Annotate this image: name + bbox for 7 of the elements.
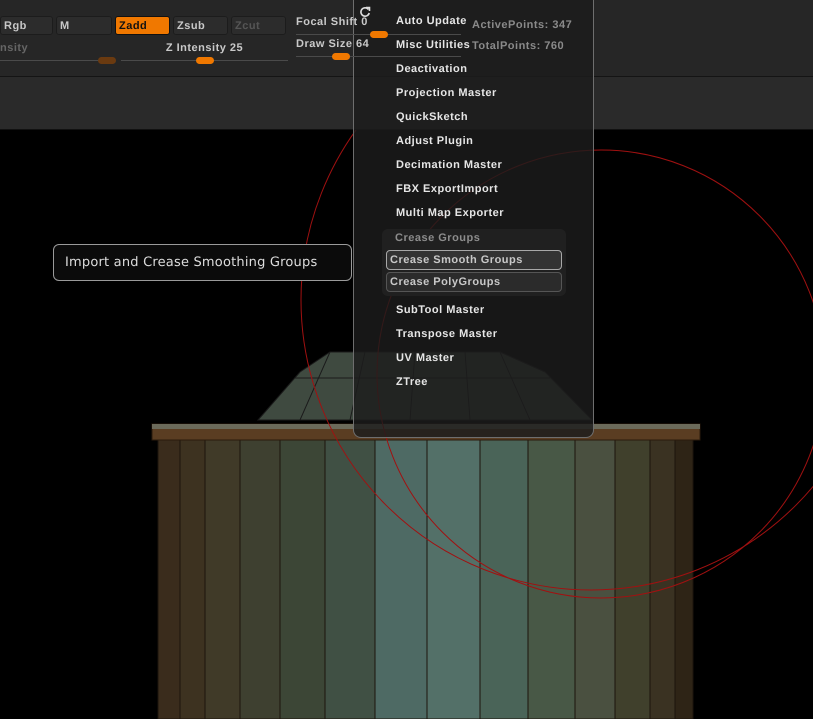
- tooltip: Import and Crease Smoothing Groups: [53, 244, 352, 281]
- slider-label: Focal Shift 0: [296, 16, 368, 30]
- stat-text: TotalPoints: 760: [472, 40, 564, 52]
- slider-label: Z Intensity 25: [166, 42, 244, 56]
- slider-label: nsity: [0, 42, 28, 56]
- stat-text: ActivePoints: 347: [472, 19, 572, 31]
- slider-label: Draw Size 64: [296, 38, 370, 52]
